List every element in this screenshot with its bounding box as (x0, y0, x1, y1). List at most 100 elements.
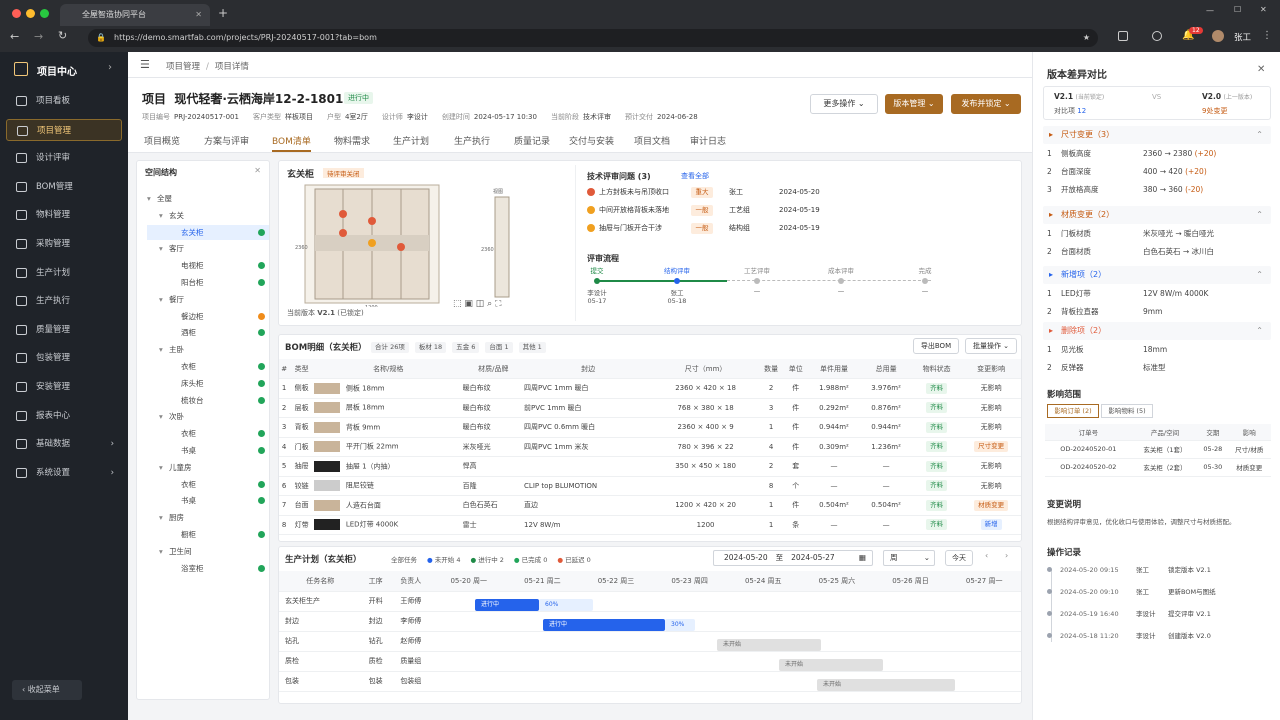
impact-materials-tab[interactable]: 影响物料 (5) (1101, 404, 1153, 418)
reload-icon[interactable]: ↻ (58, 29, 67, 42)
legend-item[interactable]: 全部任务 (391, 556, 417, 564)
back-icon[interactable]: ← (10, 30, 19, 43)
tree-node[interactable]: ▾ 客厅 (147, 241, 269, 256)
fullscreen-icon[interactable]: ⛶ (495, 299, 501, 309)
zoom-icon[interactable]: ⌕ (487, 299, 492, 309)
history-icon[interactable] (1152, 31, 1162, 41)
tree-node[interactable]: ▾ 厨房 (147, 510, 269, 525)
close-window-icon[interactable] (12, 9, 21, 18)
tree-node[interactable]: 书桌 (147, 493, 269, 508)
table-row[interactable]: 3 背板 背板 9mm 暖白布纹 四周PVC 0.6mm 暖白 2360 × 400 × … (279, 417, 1021, 438)
prev-week-icon[interactable]: ‹ (985, 551, 988, 560)
diff-section-mat[interactable]: ▸ 材质变更（2） ⌃ (1043, 206, 1271, 224)
table-row[interactable]: 钻孔 钻孔 赵师傅 (279, 631, 1021, 652)
gantt-bar[interactable]: 进行中 (475, 599, 539, 611)
sidebar-item[interactable]: 报表中心 (6, 405, 122, 427)
more-actions-button[interactable]: 更多操作 ⌄ (810, 94, 878, 114)
tab-item[interactable]: 交付与安装 (569, 134, 614, 147)
sidebar-item[interactable]: 设计评审 (6, 147, 122, 169)
new-tab-icon[interactable]: + (218, 6, 228, 20)
sidebar-item[interactable]: 包装管理 (6, 347, 122, 369)
tab-item[interactable]: 方案与评审 (204, 134, 249, 147)
window-max-icon[interactable]: ☐ (1234, 5, 1241, 14)
legend-item[interactable]: ● 进行中 2 (470, 556, 503, 564)
layers-icon[interactable]: ◫ (476, 299, 485, 309)
tab-item[interactable]: 物料需求 (334, 134, 370, 147)
gantt-bar[interactable]: 进行中 (543, 619, 665, 631)
tree-node[interactable]: 衣柜 (147, 426, 269, 441)
table-row[interactable]: 4 门板 平开门板 22mm 米灰哑光 四周PVC 1mm 米灰 780 × 396 × … (279, 437, 1021, 457)
tree-node[interactable]: 酒柜 (147, 325, 269, 340)
diff-section-size[interactable]: ▸ 尺寸变更（3） ⌃ (1043, 126, 1271, 144)
tree-node[interactable]: ▾ 餐厅 (147, 292, 269, 307)
sidebar-item[interactable]: 安装管理 (6, 376, 122, 398)
chevron-right-icon[interactable]: › (108, 62, 112, 73)
sidebar-item[interactable]: BOM管理 (6, 176, 122, 198)
tree-node[interactable]: 床头柜 (147, 376, 269, 391)
avatar[interactable] (1212, 30, 1224, 42)
tab-item[interactable]: 项目文档 (634, 134, 670, 147)
version-manage-button[interactable]: 版本管理 ⌄ (885, 94, 943, 114)
tab-close-icon[interactable]: ✕ (195, 4, 202, 26)
issue-row[interactable]: 抽屉与门板开合干涉 一般 结构组 2024-05-19 (587, 223, 887, 237)
tree-node[interactable]: 玄关柜 (147, 224, 269, 240)
close-icon[interactable]: ✕ (1257, 64, 1265, 75)
publish-lock-button[interactable]: 发布并锁定 ⌄ (951, 94, 1021, 114)
tree-node[interactable]: 电视柜 (147, 258, 269, 273)
tree-node[interactable]: 衣柜 (147, 477, 269, 492)
tree-node[interactable]: 梳妆台 (147, 393, 269, 408)
gantt-bar[interactable]: 未开始 (779, 659, 883, 671)
legend-item[interactable]: ● 已延迟 0 (557, 556, 590, 564)
tree-node[interactable]: ▾ 卫生间 (147, 544, 269, 559)
tab-item[interactable]: 审计日志 (690, 134, 726, 147)
date-range-picker[interactable]: 2024-05-20 至 2024-05-27 ▦ (713, 550, 873, 566)
collapse-menu-button[interactable]: ‹ 收起菜单 (12, 680, 82, 700)
table-row[interactable]: 质检 质检 质量组 (279, 651, 1021, 672)
breadcrumb-item[interactable]: 项目管理 (166, 62, 200, 72)
table-row[interactable]: 8 灯带 LED灯带 4000K 雷士 12V 8W/m 1200 1 条 — — 齐料 新增 (279, 515, 1021, 535)
sidebar-item[interactable]: 系统设置 › (6, 462, 122, 484)
tree-node[interactable]: 浴室柜 (147, 561, 269, 576)
unit-select[interactable]: 周 ⌄ (883, 550, 935, 566)
tree-node[interactable]: 餐边柜 (147, 309, 269, 324)
gantt-bar[interactable]: 未开始 (717, 639, 821, 651)
user-name[interactable]: 张工 (1234, 31, 1251, 43)
issue-row[interactable]: 上方封板未与吊顶收口 重大 张工 2024-05-20 (587, 187, 887, 201)
view-all-link[interactable]: 查看全部 (681, 171, 709, 181)
table-row[interactable]: 1 侧板 侧板 18mm 暖白布纹 四周PVC 1mm 暖白 2360 × 420 × 1… (279, 378, 1021, 399)
sidebar-item[interactable]: 基础数据 › (6, 433, 122, 455)
tab-item[interactable]: 生产执行 (454, 134, 490, 147)
minimize-window-icon[interactable] (26, 9, 35, 18)
tree-node[interactable]: 阳台柜 (147, 275, 269, 290)
measure-icon[interactable]: ⬚ (453, 299, 462, 309)
maximize-window-icon[interactable] (40, 9, 49, 18)
legend-item[interactable]: ● 未开始 4 (427, 556, 460, 564)
tree-node[interactable]: ▾ 主卧 (147, 342, 269, 357)
tree-node[interactable]: 书桌 (147, 443, 269, 458)
diff-section-add[interactable]: ▸ 新增项（2） ⌃ (1043, 266, 1271, 284)
doc-icon[interactable]: ▣ (464, 299, 473, 309)
legend-item[interactable]: ● 已完成 0 (514, 556, 547, 564)
next-week-icon[interactable]: › (1005, 551, 1008, 560)
address-bar[interactable]: 🔒 https://demo.smartfab.com/projects/PRJ-… (88, 29, 1098, 47)
window-close-icon[interactable]: ✕ (1260, 5, 1267, 14)
tree-node[interactable]: ▾ 儿童房 (147, 460, 269, 475)
sidebar-item[interactable]: 生产计划 (6, 262, 122, 284)
sidebar-item[interactable]: 项目管理 (6, 118, 122, 141)
tree-node[interactable]: ▾ 次卧 (147, 409, 269, 424)
table-row[interactable]: OD-20240520-02 玄关柜（2套） 05-30 材质变更 (1045, 458, 1271, 477)
browser-tab[interactable]: 全屋智造协同平台 ✕ (60, 4, 210, 26)
today-button[interactable]: 今天 (945, 550, 973, 566)
issue-row[interactable]: 中间开放格背板未落地 一般 工艺组 2024-05-19 (587, 205, 887, 219)
close-icon[interactable]: ✕ (254, 166, 261, 175)
sidebar-item[interactable]: 质量管理 (6, 319, 122, 341)
table-row[interactable]: 2 层板 层板 18mm 暖白布纹 前PVC 1mm 暖白 768 × 380 × 18 3… (279, 398, 1021, 418)
sidebar-item[interactable]: 采购管理 (6, 233, 122, 255)
sidebar-item[interactable]: 项目看板 (6, 90, 122, 112)
impact-orders-tab[interactable]: 影响订单 (2) (1047, 404, 1099, 418)
table-row[interactable]: 7 台面 人造石台面 白色石英石 直边 1200 × 420 × 20 1 件 0.504m² 0… (279, 495, 1021, 516)
sidebar-item[interactable]: 物料管理 (6, 204, 122, 226)
menu-icon[interactable]: ⋮ (1262, 30, 1272, 41)
export-bom-button[interactable]: 导出BOM (913, 338, 959, 354)
table-row[interactable]: 5 抽屉 抽屉 1（内抽） 悍高 350 × 450 × 180 2 套 — — 齐料 无影响 (279, 456, 1021, 477)
